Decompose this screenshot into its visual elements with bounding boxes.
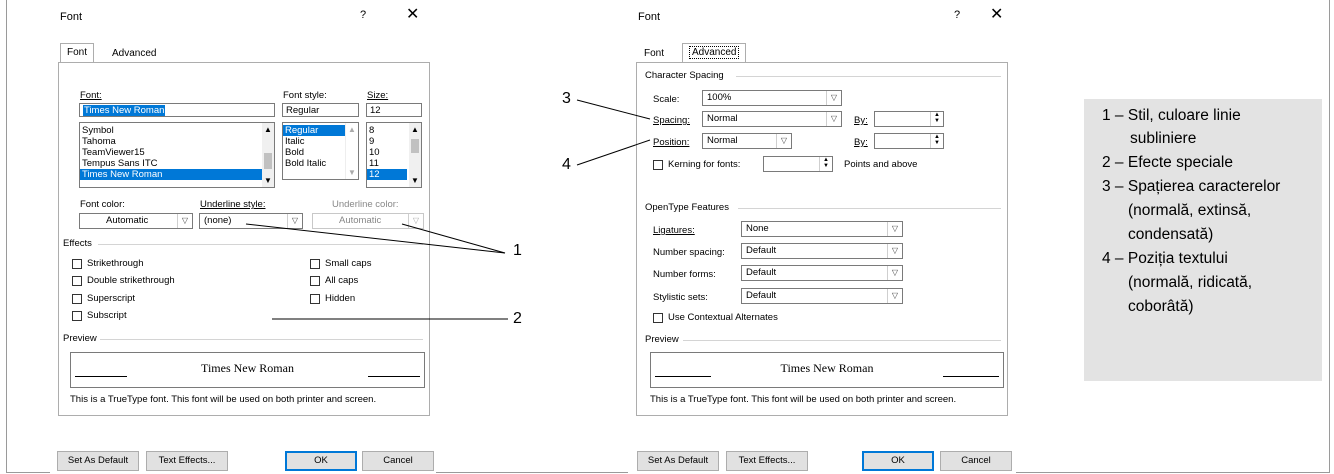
legend-item-2: 2 – Efecte speciale [1102,154,1233,171]
legend-item-1: 1 – Stil, culoare linie [1102,107,1241,124]
legend-item-3: 3 – Spațierea caracterelor [1102,178,1281,195]
callout-number-2: 2 [513,310,522,327]
legend-item-4: 4 – Poziția textului [1102,250,1228,267]
callout-line-4 [576,139,651,166]
callout-line-1a [245,223,506,254]
callout-number-4: 4 [562,156,571,173]
legend-item-4-cont: coborâtă) [1128,298,1194,315]
callout-number-3: 3 [562,90,571,107]
legend-item-1-cont: subliniere [1130,130,1197,147]
callout-line-1b [401,223,506,254]
legend-item-3-cont: (normală, extinsă, [1128,202,1252,219]
legend-item-4-cont: (normală, ridicată, [1128,274,1253,291]
callout-number-1: 1 [513,242,522,259]
legend-item-3-cont: condensată) [1128,226,1214,243]
callout-line-3 [576,99,651,120]
legend-box: 1 – Stil, culoare linie subliniere 2 – E… [1084,99,1322,381]
